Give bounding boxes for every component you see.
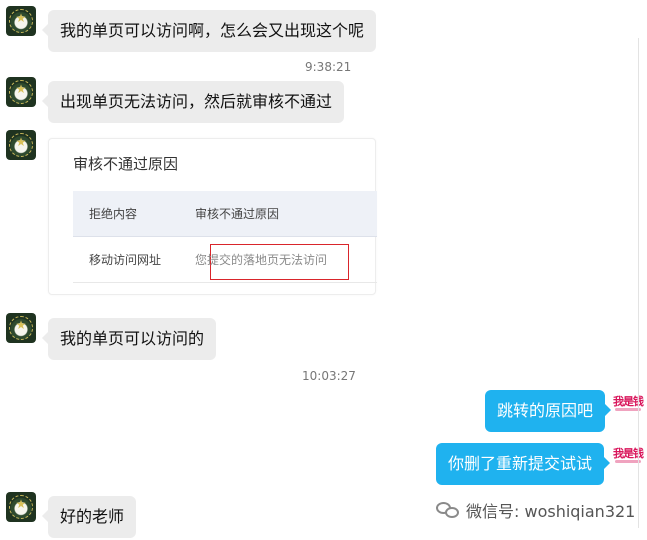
- timestamp: 9:38:21: [305, 60, 352, 74]
- star-icon: ★: [15, 318, 27, 332]
- avatar[interactable]: ★: [6, 130, 36, 160]
- card-title: 审核不通过原因: [73, 155, 179, 173]
- star-icon: ★: [15, 82, 27, 96]
- review-result-card[interactable]: 审核不通过原因 拒绝内容 审核不通过原因 移动访问网址 您提交的落地页无法访问: [48, 138, 377, 295]
- avatar[interactable]: ★: [6, 492, 36, 522]
- avatar[interactable]: ★: [6, 313, 36, 343]
- message-bubble: 我的单页可以访问啊，怎么会又出现这个呢: [41, 10, 377, 52]
- star-icon: ★: [15, 11, 27, 25]
- wechat-icon: [436, 500, 460, 520]
- wechat-watermark: 微信号: woshiqian321: [436, 498, 635, 522]
- message-bubble: 好的老师: [41, 496, 137, 538]
- table-cell: 移动访问网址: [89, 253, 162, 267]
- table-cell: 您提交的落地页无法访问: [195, 253, 328, 267]
- message-bubble-self: 跳转的原因吧: [485, 390, 612, 432]
- message-text: 出现单页无法访问，然后就审核不通过: [60, 92, 333, 111]
- watermark-label: 微信号: woshiqian321: [466, 502, 636, 521]
- avatar[interactable]: ★: [6, 6, 36, 36]
- message-text: 跳转的原因吧: [497, 401, 594, 420]
- avatar-self[interactable]: 我是钱: [613, 441, 647, 471]
- star-icon: ★: [15, 135, 27, 149]
- message-text: 你删了重新提交试试: [448, 454, 593, 473]
- message-text: 我的单页可以访问的: [60, 329, 205, 348]
- message-bubble: 我的单页可以访问的: [41, 318, 217, 360]
- message-text: 好的老师: [60, 507, 125, 526]
- avatar[interactable]: ★: [6, 77, 36, 107]
- message-bubble-self: 你删了重新提交试试: [436, 443, 611, 485]
- scroll-divider: [638, 38, 639, 528]
- message-text: 我的单页可以访问啊，怎么会又出现这个呢: [60, 21, 365, 40]
- column-header: 拒绝内容: [89, 207, 138, 221]
- column-header: 审核不通过原因: [195, 207, 280, 221]
- timestamp: 10:03:27: [302, 369, 356, 383]
- table-header: 拒绝内容 审核不通过原因: [73, 191, 377, 237]
- avatar-self[interactable]: 我是钱: [613, 389, 647, 419]
- star-icon: ★: [15, 497, 27, 511]
- message-bubble: 出现单页无法访问，然后就审核不通过: [41, 81, 345, 123]
- table-row: 移动访问网址 您提交的落地页无法访问: [73, 237, 377, 283]
